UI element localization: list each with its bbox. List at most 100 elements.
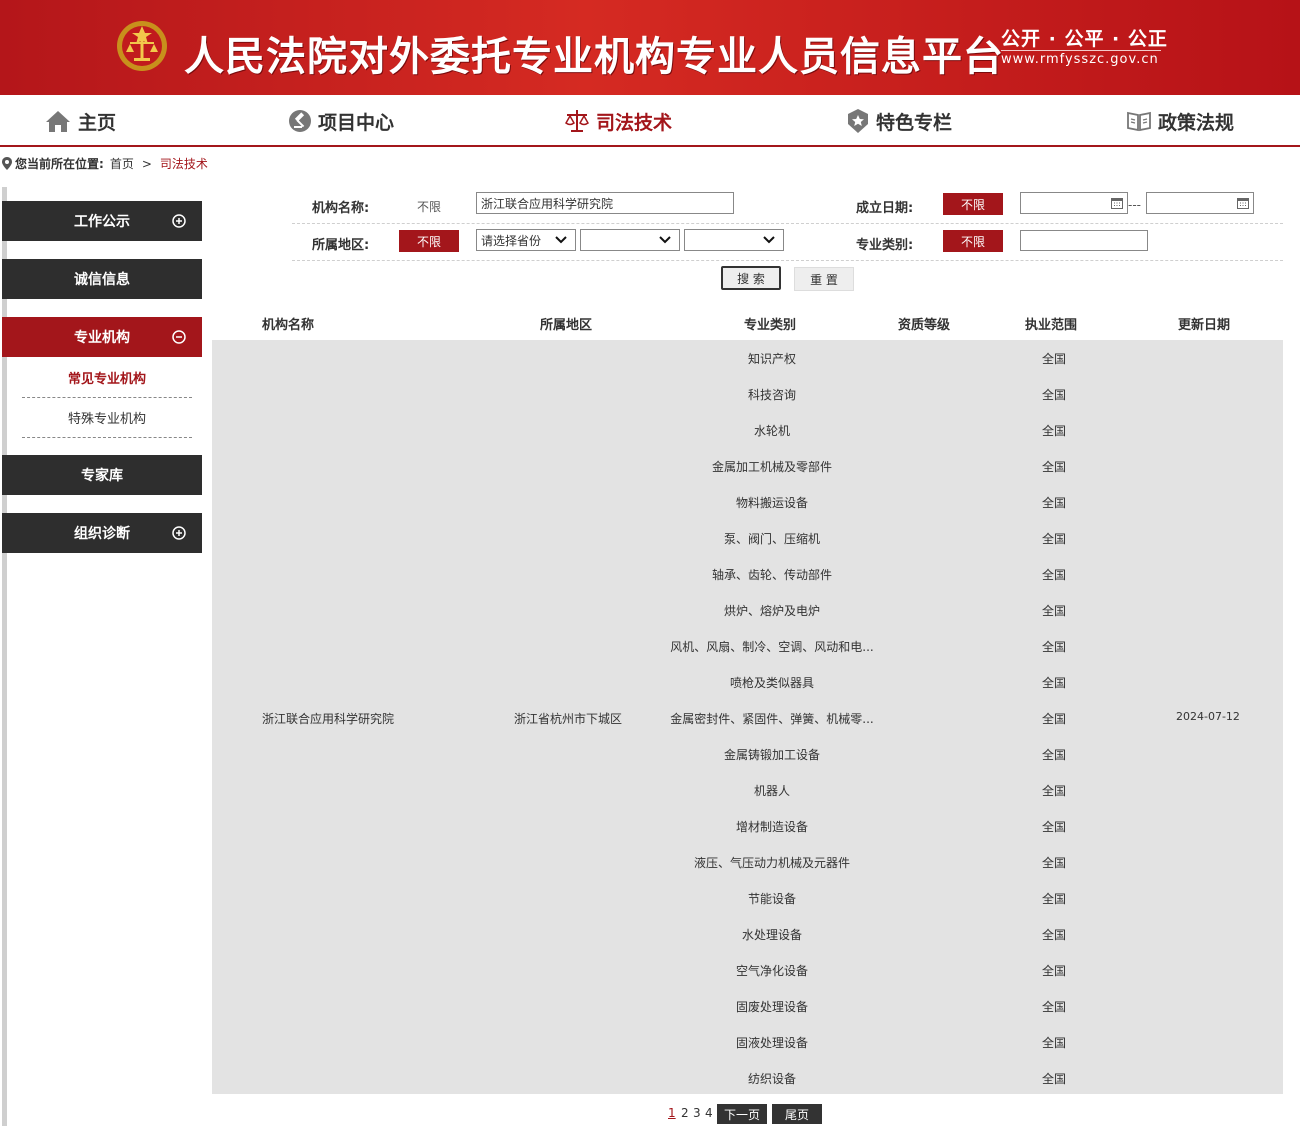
nav-item-projects[interactable]: 项目中心: [288, 107, 394, 135]
found-date-unlimited-button[interactable]: 不限: [943, 193, 1003, 215]
chevron-down-icon: [555, 236, 567, 244]
category-cell: 固液处理设备: [735, 1036, 808, 1050]
scope-cell: 全国: [1041, 1072, 1066, 1086]
district-select[interactable]: [684, 229, 784, 251]
category-cell: 泵、阀门、压缩机: [723, 532, 820, 546]
sidebar-item-label: 专业机构: [74, 330, 130, 346]
category-cell: 金属铸锻加工设备: [723, 748, 820, 762]
site-banner: 人民法院对外委托专业机构专业人员信息平台 公开 · 公平 · 公正 www.rm…: [0, 0, 1300, 95]
category-cell: 烘炉、熔炉及电炉: [723, 604, 820, 618]
star-badge-icon: [848, 109, 868, 133]
page-link-3[interactable]: 3: [693, 1106, 701, 1120]
calendar-icon[interactable]: [1111, 197, 1123, 209]
category-cell: 机器人: [753, 784, 790, 798]
category-cell: 固废处理设备: [735, 1000, 808, 1014]
found-date-start-input[interactable]: [1020, 192, 1128, 214]
nav-item-judicial-tech[interactable]: 司法技术: [564, 107, 672, 135]
category-cell: 风机、风扇、制冷、空调、风动和电...: [670, 640, 874, 654]
sidebar-subitem-common-orgs[interactable]: 常见专业机构: [22, 358, 192, 398]
category-cell: 水处理设备: [741, 928, 802, 942]
breadcrumb-separator: >: [141, 156, 152, 171]
region-unlimited-button[interactable]: 不限: [399, 230, 459, 252]
results-table-row[interactable]: 浙江联合应用科学研究院 浙江省杭州市下城区 2024-07-12 知识产权 全国…: [212, 340, 1283, 1094]
home-icon: [46, 111, 70, 132]
page-link-4[interactable]: 4: [705, 1106, 713, 1120]
scope-cell: 全国: [1041, 928, 1066, 942]
search-button[interactable]: 搜 索: [721, 266, 781, 290]
form-row-region-category: 所属地区: 不限 请选择省份 专业类别: 不限: [292, 224, 1283, 261]
city-select[interactable]: [580, 229, 680, 251]
region-cell: 浙江省杭州市下城区: [514, 712, 623, 726]
category-cell: 增材制造设备: [735, 820, 808, 834]
gavel-icon: [289, 110, 311, 132]
scope-cell: 全国: [1041, 388, 1066, 402]
category-cell: 金属密封件、紧固件、弹簧、机械零...: [670, 712, 874, 726]
category-cell: 科技咨询: [747, 388, 796, 402]
breadcrumb-current[interactable]: 司法技术: [160, 155, 208, 172]
nav-label-home: 主页: [78, 111, 117, 134]
scope-cell: 全国: [1041, 784, 1066, 798]
reset-button[interactable]: 重 置: [794, 267, 854, 291]
scope-cell: 全国: [1041, 460, 1066, 474]
breadcrumb: 您当前所在位置: 首页 > 司法技术: [2, 155, 208, 172]
category-cell: 喷枪及类似器具: [729, 676, 814, 690]
collapse-minus-icon[interactable]: [172, 330, 186, 344]
page-link-1[interactable]: 1: [668, 1106, 676, 1120]
breadcrumb-home-link[interactable]: 首页: [110, 155, 134, 172]
scope-cell: 全国: [1041, 676, 1066, 690]
column-header: 机构名称: [262, 318, 315, 333]
org-name-unlimited[interactable]: 不限: [417, 198, 441, 215]
column-header: 所属地区: [540, 318, 593, 333]
last-page-button[interactable]: 尾页: [772, 1104, 822, 1124]
site-domain: www.rmfysszc.gov.cn: [1001, 52, 1159, 67]
nav-item-policy[interactable]: 政策法规: [1126, 107, 1234, 135]
scope-cell: 全国: [1041, 712, 1066, 726]
category-input[interactable]: [1020, 230, 1148, 251]
nav-item-features[interactable]: 特色专栏: [846, 107, 952, 135]
nav-label-policy: 政策法规: [1158, 111, 1235, 134]
category-unlimited-button[interactable]: 不限: [943, 230, 1003, 252]
sidebar-item-org-diagnosis[interactable]: 组织诊断: [2, 513, 202, 553]
scope-cell: 全国: [1041, 496, 1066, 510]
org-name-label: 机构名称:: [312, 201, 370, 216]
scope-cell: 全国: [1041, 892, 1066, 906]
book-icon: [1127, 111, 1151, 132]
scope-cell: 全国: [1041, 640, 1066, 654]
scope-cell: 全国: [1041, 1036, 1066, 1050]
category-cell: 空气净化设备: [735, 964, 808, 978]
found-date-end-input[interactable]: [1146, 192, 1254, 214]
sidebar-item-professional-orgs[interactable]: 专业机构: [2, 317, 202, 357]
province-select[interactable]: 请选择省份: [476, 229, 576, 251]
date-range-separator: ---: [1128, 198, 1141, 212]
category-cell: 液压、气压动力机械及元器件: [693, 856, 850, 870]
column-header: 执业范围: [1025, 318, 1078, 333]
sidebar-item-work-notice[interactable]: 工作公示: [2, 201, 202, 241]
sidebar-item-credit-info[interactable]: 诚信信息: [2, 259, 202, 299]
category-cell: 轴承、齿轮、传动部件: [711, 568, 832, 582]
scope-cell: 全国: [1041, 568, 1066, 582]
scope-cell: 全国: [1041, 856, 1066, 870]
sidebar-item-expert-library[interactable]: 专家库: [2, 455, 202, 495]
location-pin-icon: [2, 157, 12, 170]
page-link-2[interactable]: 2: [681, 1106, 689, 1120]
org-name-cell[interactable]: 浙江联合应用科学研究院: [262, 710, 394, 727]
calendar-icon[interactable]: [1237, 197, 1249, 209]
site-slogan: 公开 · 公平 · 公正: [1001, 28, 1168, 50]
expand-plus-icon[interactable]: [172, 526, 186, 540]
scope-cell: 全国: [1041, 820, 1066, 834]
next-page-button[interactable]: 下一页: [717, 1104, 767, 1124]
province-select-value: 请选择省份: [481, 234, 542, 248]
org-name-input[interactable]: 浙江联合应用科学研究院: [476, 192, 734, 214]
slogan-divider: [1001, 50, 1161, 51]
chevron-down-icon: [763, 236, 775, 244]
scope-cell: 全国: [1041, 424, 1066, 438]
search-form: 机构名称: 不限 浙江联合应用科学研究院 成立日期: 不限 --- 所属地区: …: [292, 187, 1283, 293]
sidebar-subitem-special-orgs[interactable]: 特殊专业机构: [22, 398, 192, 438]
site-title: 人民法院对外委托专业机构专业人员信息平台: [184, 34, 1004, 80]
column-header: 资质等级: [898, 318, 951, 333]
category-cell: 物料搬运设备: [735, 496, 808, 510]
scope-cell: 全国: [1041, 352, 1066, 366]
nav-item-home[interactable]: 主页: [44, 107, 116, 135]
expand-plus-icon[interactable]: [172, 214, 186, 228]
scope-cell: 全国: [1041, 604, 1066, 618]
